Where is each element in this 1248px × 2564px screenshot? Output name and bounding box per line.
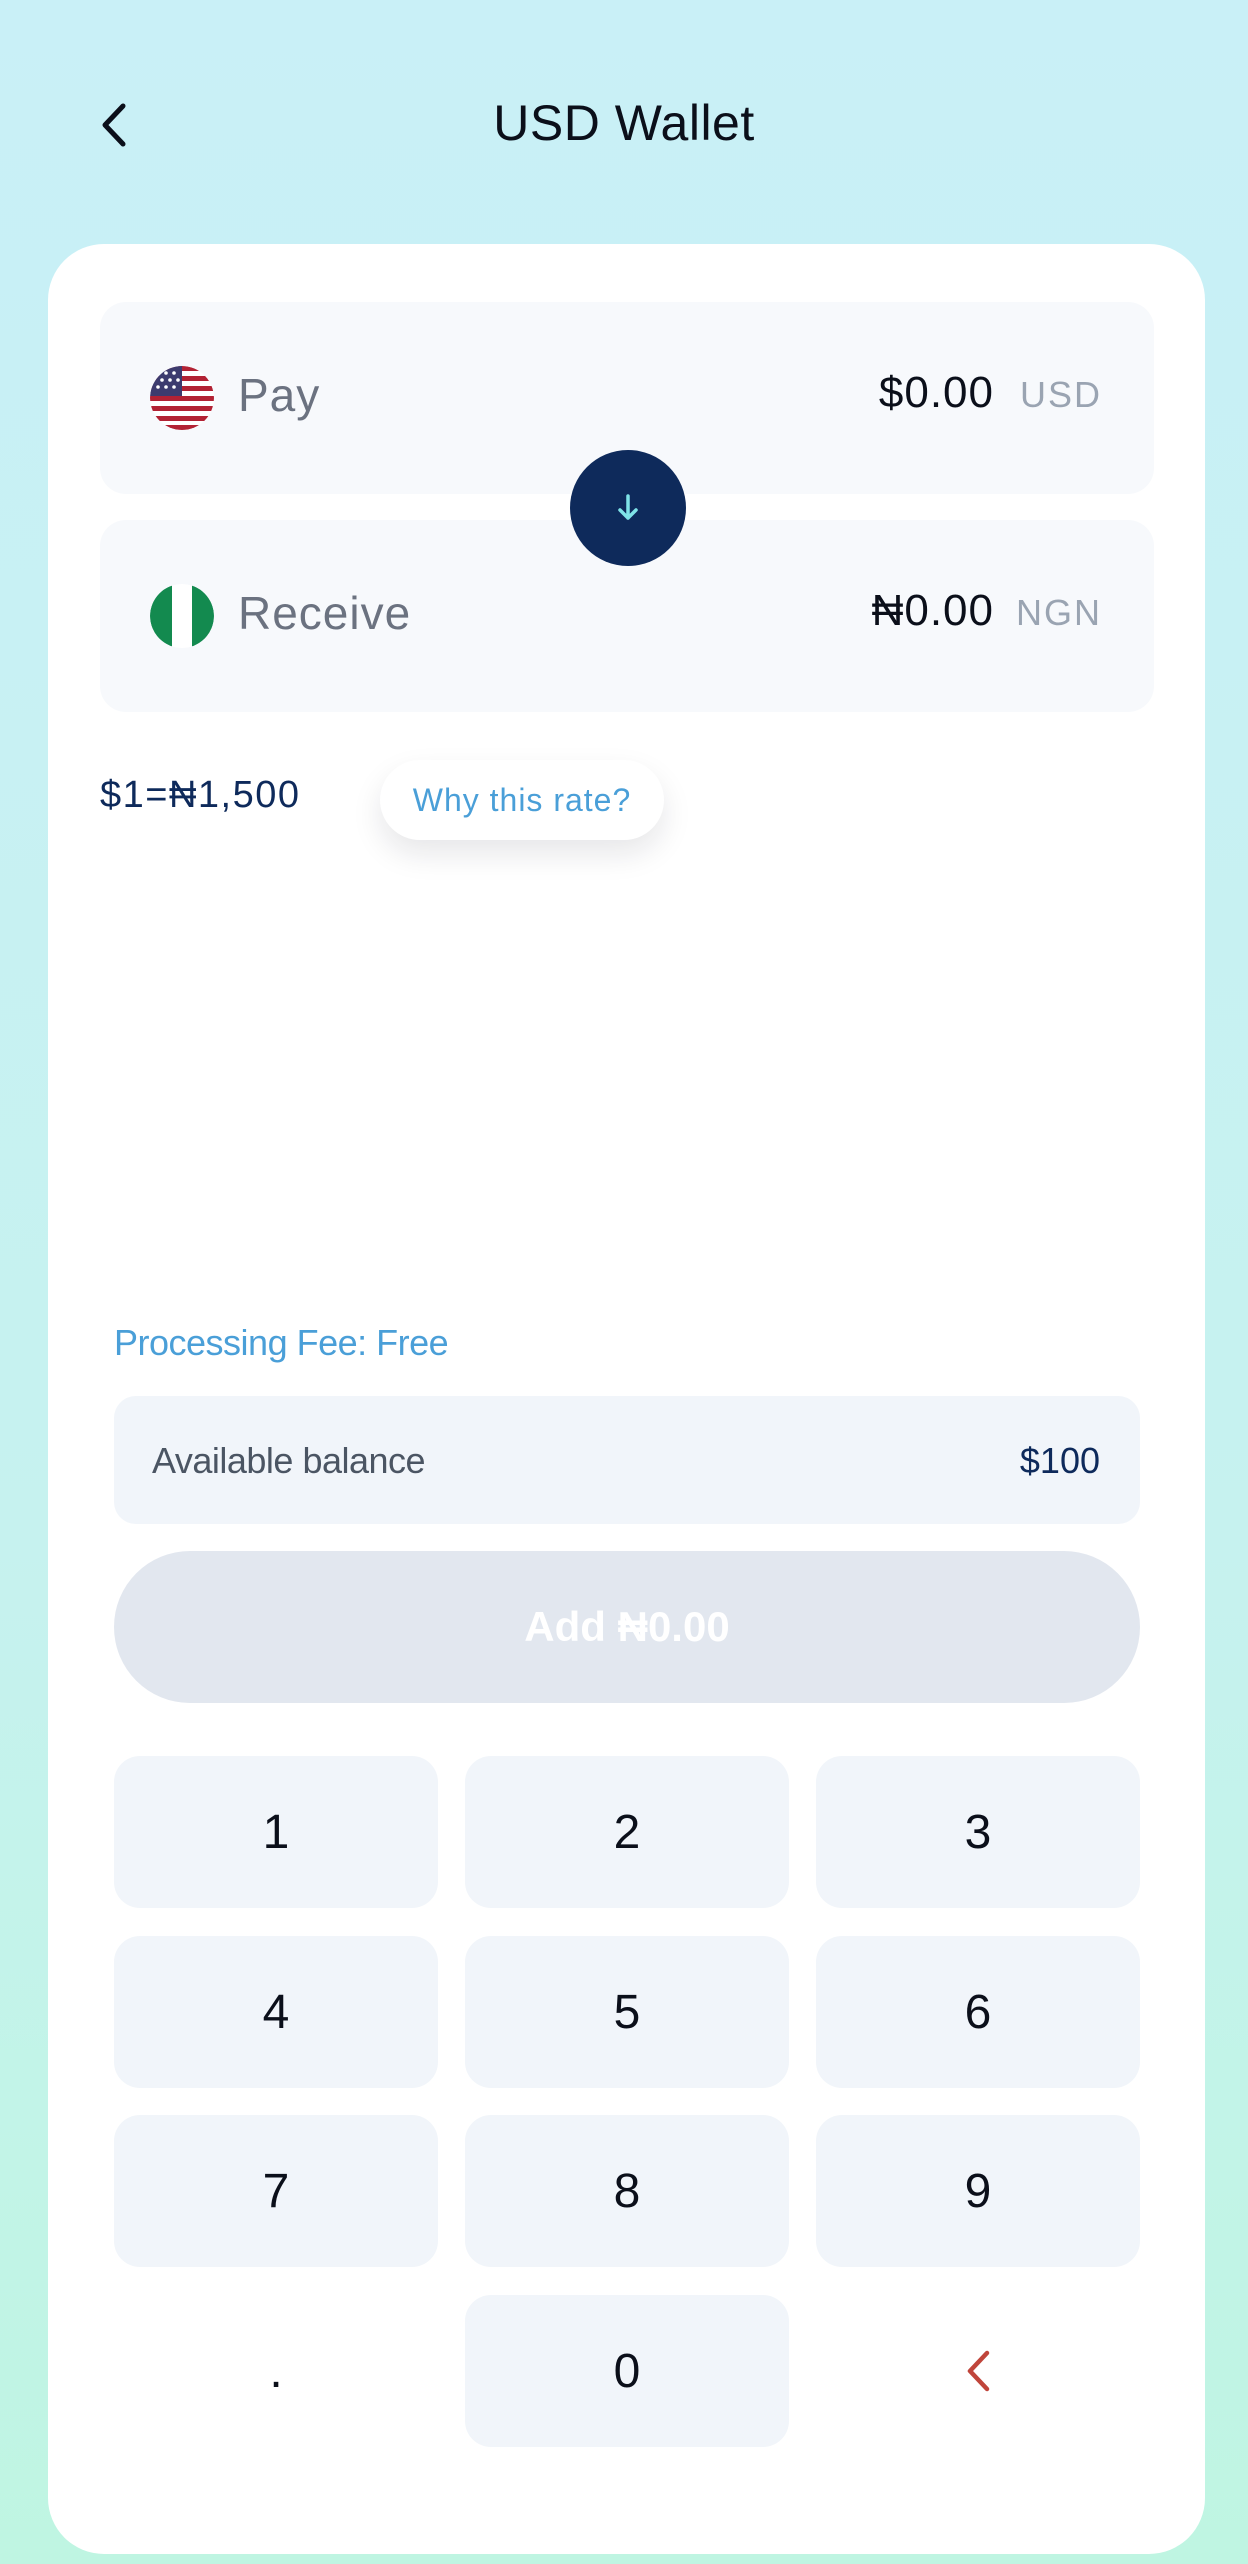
- us-flag-icon: [150, 366, 214, 430]
- receive-amount: ₦0.00: [871, 586, 994, 635]
- nigeria-flag-icon: [150, 584, 214, 648]
- key-6[interactable]: 6: [816, 1936, 1140, 2088]
- processing-fee-text: Processing Fee: Free: [114, 1322, 449, 1363]
- delete-key[interactable]: [816, 2295, 1140, 2447]
- receive-label: Receive: [238, 587, 412, 639]
- available-balance-value: $100: [1019, 1440, 1100, 1481]
- key-1[interactable]: 1: [114, 1756, 438, 1908]
- receive-currency: NGN: [1016, 592, 1102, 633]
- key-2[interactable]: 2: [465, 1756, 789, 1908]
- key-9[interactable]: 9: [816, 2115, 1140, 2267]
- available-balance-label: Available balance: [152, 1440, 426, 1481]
- key-4[interactable]: 4: [114, 1936, 438, 2088]
- add-button[interactable]: Add ₦0.00: [114, 1551, 1140, 1703]
- app-header: USD Wallet: [0, 60, 1248, 190]
- pay-label: Pay: [238, 369, 321, 421]
- conversion-card: Pay $0.00 USD Receive ₦0.00 NGN $1=₦1,50…: [48, 244, 1205, 2554]
- key-7[interactable]: 7: [114, 2115, 438, 2267]
- page-title: USD Wallet: [493, 95, 755, 151]
- exchange-rate-text: $1=₦1,500: [100, 774, 301, 816]
- key-8[interactable]: 8: [465, 2115, 789, 2267]
- key-decimal[interactable]: .: [114, 2295, 438, 2447]
- key-5[interactable]: 5: [465, 1936, 789, 2088]
- swap-button[interactable]: [570, 450, 686, 566]
- backspace-chevron-icon: [967, 2350, 990, 2392]
- key-3[interactable]: 3: [816, 1756, 1140, 1908]
- key-0[interactable]: 0: [465, 2295, 789, 2447]
- available-balance-row: Available balance $100: [114, 1396, 1140, 1524]
- why-this-rate-button[interactable]: Why this rate?: [380, 760, 664, 840]
- arrow-down-icon: [618, 494, 638, 520]
- pay-currency: USD: [1019, 374, 1102, 415]
- pay-amount: $0.00: [878, 368, 994, 417]
